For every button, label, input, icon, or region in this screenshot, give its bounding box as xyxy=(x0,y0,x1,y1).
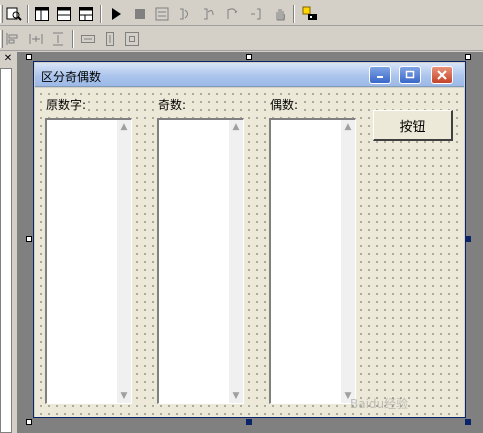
resize-handle[interactable] xyxy=(246,54,252,60)
scrollbar[interactable]: ▲ ▼ xyxy=(341,120,355,403)
same-width-icon[interactable] xyxy=(78,29,98,49)
toolbar-format xyxy=(0,27,483,51)
form-client-area[interactable]: 原数字: 奇数: 偶数: ▲ ▼ ▲ ▼ ▲ ▼ 按钮 xyxy=(35,88,464,417)
step-over-icon[interactable] xyxy=(198,4,218,24)
scrollbar[interactable]: ▲ ▼ xyxy=(117,120,131,403)
scroll-down-icon[interactable]: ▼ xyxy=(117,389,131,403)
listbox-even[interactable]: ▲ ▼ xyxy=(269,118,356,404)
action-button[interactable]: 按钮 xyxy=(373,110,453,141)
scroll-down-icon[interactable]: ▼ xyxy=(229,389,243,403)
close-icon xyxy=(437,70,447,80)
toolbox-strip: ✕ xyxy=(0,52,18,433)
step-into-icon[interactable] xyxy=(174,4,194,24)
listbox-odd[interactable]: ▲ ▼ xyxy=(157,118,244,404)
toolbar-separator xyxy=(72,30,74,48)
scrollbar[interactable]: ▲ ▼ xyxy=(229,120,243,403)
step-icon[interactable] xyxy=(152,4,172,24)
form-title: 区分奇偶数 xyxy=(41,70,102,84)
toolbar-top xyxy=(0,2,483,26)
toolbar-separator xyxy=(27,5,29,23)
resize-handle[interactable] xyxy=(465,54,471,60)
maximize-icon xyxy=(405,70,415,79)
layout-3-icon[interactable] xyxy=(76,4,96,24)
resize-handle[interactable] xyxy=(465,419,471,425)
resize-handle[interactable] xyxy=(26,54,32,60)
stop-icon[interactable] xyxy=(130,4,150,24)
watermark: Baidu经验 xyxy=(350,397,409,411)
layout-1-icon[interactable] xyxy=(32,4,52,24)
label-original-numbers: 原数字: xyxy=(45,96,88,113)
toolbar-grip[interactable] xyxy=(0,5,3,23)
align-left-icon[interactable] xyxy=(2,29,22,49)
listbox-original[interactable]: ▲ ▼ xyxy=(45,118,132,404)
label-even-numbers: 偶数: xyxy=(269,96,300,113)
run-to-cursor-icon[interactable] xyxy=(246,4,266,24)
toolbar-separator xyxy=(100,5,102,23)
properties-icon[interactable] xyxy=(4,4,24,24)
toolbox-panel[interactable] xyxy=(0,68,12,433)
label-odd-numbers: 奇数: xyxy=(157,96,188,113)
maximize-button[interactable] xyxy=(399,66,421,84)
form-window[interactable]: 区分奇偶数 原数字: 奇数: 偶数: ▲ ▼ ▲ ▼ ▲ ▼ 按钮 xyxy=(33,61,466,418)
run-icon[interactable] xyxy=(106,4,126,24)
toolbar-separator xyxy=(293,5,295,23)
close-icon[interactable]: ✕ xyxy=(2,54,14,65)
step-out-icon[interactable] xyxy=(222,4,242,24)
minimize-button[interactable] xyxy=(369,66,391,84)
minimize-icon xyxy=(377,76,383,78)
center-icon[interactable] xyxy=(122,29,142,49)
debug-icon[interactable] xyxy=(300,4,320,24)
scroll-up-icon[interactable]: ▲ xyxy=(117,120,131,134)
form-title-bar[interactable]: 区分奇偶数 xyxy=(35,63,464,87)
resize-handle[interactable] xyxy=(26,419,32,425)
hand-icon[interactable] xyxy=(270,4,290,24)
space-vertical-icon[interactable] xyxy=(48,29,68,49)
space-horizontal-icon[interactable] xyxy=(26,29,46,49)
scroll-up-icon[interactable]: ▲ xyxy=(229,120,243,134)
scroll-up-icon[interactable]: ▲ xyxy=(341,120,355,134)
resize-handle[interactable] xyxy=(246,419,252,425)
close-button[interactable] xyxy=(431,66,453,84)
resize-handle[interactable] xyxy=(26,236,32,242)
same-height-icon[interactable] xyxy=(100,29,120,49)
layout-2-icon[interactable] xyxy=(54,4,74,24)
